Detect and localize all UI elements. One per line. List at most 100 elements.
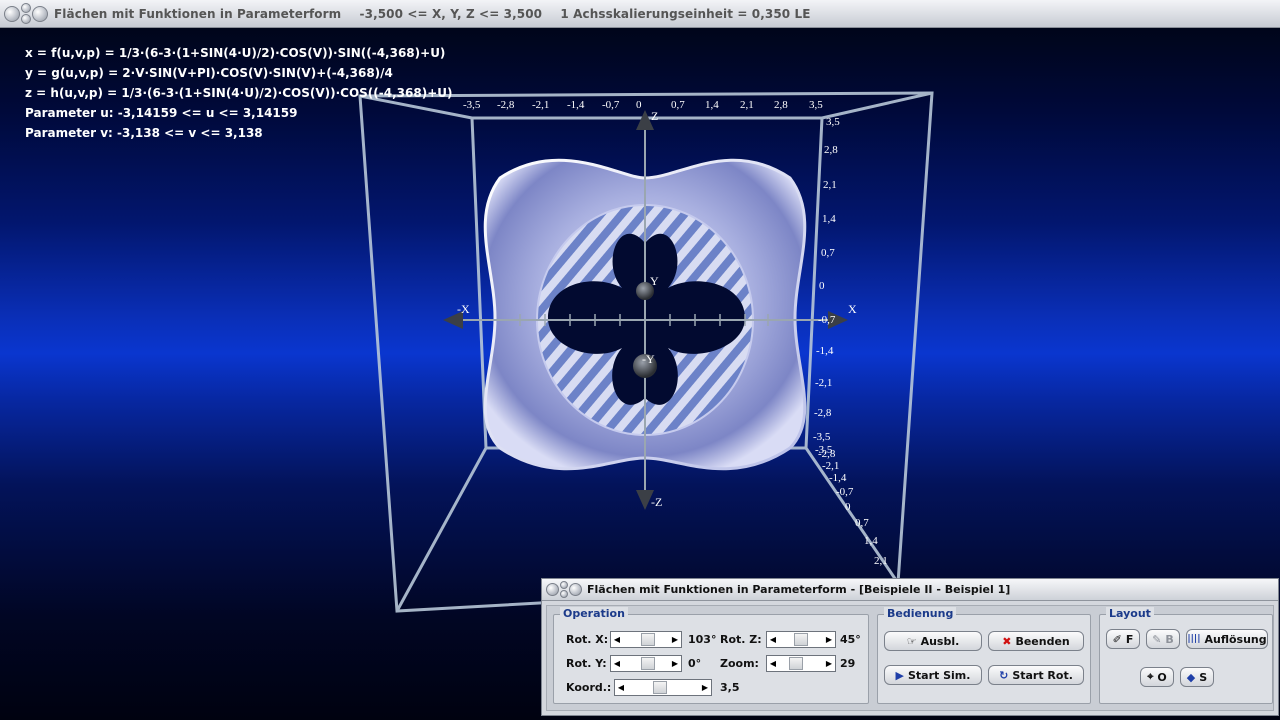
rotate-icon: ↻ [999,668,1009,682]
right-tick: 1,4 [822,213,836,225]
depth-tick: -2,8 [818,448,836,460]
maximize-button[interactable] [21,14,31,24]
panel-maximize-button[interactable] [560,590,568,598]
right-tick: 2,8 [824,144,838,156]
depth-tick: -2,1 [822,460,839,472]
depth-tick-labels: -3,5 -2,8 -2,1 -1,4 -0,7 0 0,7 1,4 2,1 [815,444,888,567]
layout-group-label: Layout [1106,607,1154,620]
rot-x-increase[interactable]: ▶ [669,632,681,647]
zoom-increase[interactable]: ▶ [823,656,835,671]
window-title-name: Flächen mit Funktionen in Parameterform [54,6,342,21]
panel-close-button[interactable] [569,583,582,596]
bedienung-group: Bedienung ☞ Ausbl. ✖ Beenden ▶ Start Sim… [877,607,1091,704]
right-tick: 0,7 [821,247,835,259]
rot-x-slider[interactable]: ◀ ▶ [610,631,682,648]
start-rot-button[interactable]: ↻ Start Rot. [988,665,1084,685]
rot-y-increase[interactable]: ▶ [669,656,681,671]
start-sim-button[interactable]: ▶ Start Sim. [884,665,982,685]
operation-group-label: Operation [560,607,628,620]
right-tick: -2,1 [815,377,832,389]
panel-body: Operation Rot. X: ◀ ▶ 103° Rot. Z: ◀ ▶ 4… [546,605,1274,711]
control-panel: Flächen mit Funktionen in Parameterform … [541,578,1279,716]
depth-tick: -1,4 [829,472,847,484]
zoom-decrease[interactable]: ◀ [767,656,779,671]
operation-group: Operation Rot. X: ◀ ▶ 103° Rot. Z: ◀ ▶ 4… [553,607,869,704]
top-tick: 2,8 [774,99,788,111]
right-tick: -0,7 [818,314,836,326]
background-button[interactable]: ✎ B [1146,629,1180,649]
beenden-button-label: Beenden [1015,634,1070,648]
rot-x-label: Rot. X: [566,633,609,646]
neg-z-axis-label: -Z [651,495,662,509]
beenden-button[interactable]: ✖ Beenden [988,631,1084,651]
koord-thumb[interactable] [653,681,667,694]
top-tick: 3,5 [809,99,823,111]
start-rot-button-label: Start Rot. [1012,668,1073,682]
aufloesung-button[interactable]: |||| Auflösung [1186,629,1268,649]
pen-icon: ✎ [1152,632,1162,646]
right-tick: 3,5 [826,116,840,128]
rot-z-value: 45° [840,633,861,646]
depth-tick: 0,7 [855,517,869,529]
brush-icon: ✐ [1112,632,1122,646]
panel-minimize-button[interactable] [560,581,568,589]
save-layout-button-label: S [1199,670,1208,684]
zoom-label: Zoom: [720,657,759,670]
farbe-button[interactable]: ✐ F [1106,629,1140,649]
right-tick: -3,5 [813,431,831,443]
panel-title: Flächen mit Funktionen in Parameterform … [587,583,1011,596]
layout-group: Layout ✐ F ✎ B |||| Auflösung ⌖ O ◆ S [1099,607,1273,704]
ausblenden-button[interactable]: ☞ Ausbl. [884,631,982,651]
origin-button-label: O [1157,670,1167,684]
background-button-label: B [1165,632,1174,646]
koord-increase[interactable]: ▶ [699,680,711,695]
rot-x-decrease[interactable]: ◀ [611,632,623,647]
top-tick: -0,7 [602,99,620,111]
rot-z-label: Rot. Z: [720,633,762,646]
rot-y-value: 0° [688,657,702,670]
close-button[interactable] [32,5,48,22]
rot-y-decrease[interactable]: ◀ [611,656,623,671]
farbe-button-label: F [1125,632,1134,646]
parameter-u: Parameter u: -3,14159 <= u <= 3,14159 [25,106,298,120]
rot-y-thumb[interactable] [641,657,655,670]
rot-z-slider[interactable]: ◀ ▶ [766,631,836,648]
neg-x-axis-label: -X [457,302,470,316]
rot-z-increase[interactable]: ▶ [823,632,835,647]
koord-decrease[interactable]: ◀ [615,680,627,695]
top-tick: -2,1 [532,99,549,111]
top-tick: 1,4 [705,99,719,111]
top-tick: 0 [636,99,642,111]
right-tick-labels: 3,5 2,8 2,1 1,4 0,7 0 -0,7 -1,4 -2,1 -2,… [813,116,840,443]
depth-tick: 2,1 [874,555,888,567]
rot-z-thumb[interactable] [794,633,808,646]
ausblenden-button-label: Ausbl. [920,634,960,648]
x-axis-label: X [848,302,857,316]
save-layout-button[interactable]: ◆ S [1180,667,1214,687]
depth-tick: 1,4 [864,535,878,547]
panel-window-controls [546,581,582,598]
y-axis-label: Y [650,274,659,288]
top-tick: 2,1 [740,99,754,111]
rot-y-slider[interactable]: ◀ ▶ [610,655,682,672]
origin-button[interactable]: ⌖ O [1140,667,1174,687]
window-title-range: -3,500 <= X, Y, Z <= 3,500 [359,6,543,21]
zoom-slider[interactable]: ◀ ▶ [766,655,836,672]
window-menu-button[interactable] [4,5,20,22]
hand-icon: ☞ [906,634,917,648]
play-icon: ▶ [895,668,904,682]
minimize-button[interactable] [21,3,31,13]
parameter-v: Parameter v: -3,138 <= v <= 3,138 [25,126,263,140]
depth-tick: 0 [845,501,851,513]
koord-slider[interactable]: ◀ ▶ [614,679,712,696]
formula-z: z = h(u,v,p) = 1/3·(6-3·(1+SIN(4·U)/2)·C… [25,86,453,100]
top-tick: -2,8 [497,99,515,111]
rot-z-decrease[interactable]: ◀ [767,632,779,647]
right-tick: 2,1 [823,179,837,191]
panel-menu-button[interactable] [546,583,559,596]
zoom-value: 29 [840,657,856,670]
crosshair-icon: ⌖ [1147,670,1154,683]
zoom-thumb[interactable] [789,657,803,670]
koord-value: 3,5 [720,681,740,694]
rot-x-thumb[interactable] [641,633,655,646]
